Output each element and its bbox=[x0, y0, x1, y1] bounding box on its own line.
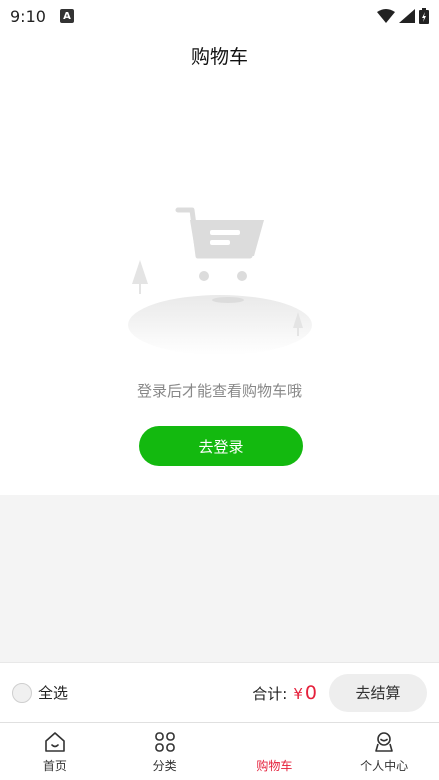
empty-message: 登录后才能查看购物车哦 bbox=[136, 382, 302, 400]
tab-profile[interactable]: 个人中心 bbox=[329, 723, 439, 780]
select-all-label: 全选 bbox=[38, 684, 69, 702]
total-amount: 0 bbox=[304, 681, 317, 704]
battery-icon bbox=[419, 8, 429, 24]
tab-category-label: 分类 bbox=[152, 758, 177, 773]
category-icon bbox=[153, 730, 177, 754]
checkout-button[interactable]: 去结算 bbox=[329, 673, 427, 712]
status-bar: 9:10 A bbox=[0, 0, 439, 32]
login-button[interactable]: 去登录 bbox=[139, 426, 303, 466]
status-icons bbox=[377, 8, 429, 24]
tab-profile-label: 个人中心 bbox=[360, 758, 409, 773]
total-price: 合计: ¥ 0 bbox=[252, 682, 317, 704]
signal-icon bbox=[399, 9, 415, 23]
notification-a-icon: A bbox=[59, 9, 74, 23]
cart-icon bbox=[262, 730, 286, 754]
tab-cart[interactable]: 购物车 bbox=[220, 723, 330, 780]
tab-home-label: 首页 bbox=[42, 758, 67, 773]
bottom-tab-bar: 首页 分类 购物车 个人中心 bbox=[0, 722, 439, 780]
tab-category[interactable]: 分类 bbox=[110, 723, 220, 780]
page-title: 购物车 bbox=[190, 45, 248, 68]
empty-cart-illustration bbox=[128, 207, 312, 355]
wifi-icon bbox=[377, 9, 395, 23]
currency-symbol: ¥ bbox=[293, 684, 303, 703]
content-background bbox=[0, 495, 439, 662]
title-bar: 购物车 bbox=[0, 32, 439, 78]
home-icon bbox=[43, 730, 67, 754]
tab-home[interactable]: 首页 bbox=[0, 723, 110, 780]
select-all-toggle[interactable]: 全选 bbox=[12, 682, 68, 703]
total-label: 合计: bbox=[252, 684, 288, 703]
select-all-radio[interactable] bbox=[12, 682, 32, 703]
empty-cart-area: 登录后才能查看购物车哦 去登录 bbox=[0, 78, 439, 495]
checkout-bar: 全选 合计: ¥ 0 去结算 bbox=[0, 662, 439, 722]
profile-icon bbox=[372, 730, 396, 754]
tab-cart-label: 购物车 bbox=[256, 758, 293, 773]
status-time: 9:10 bbox=[10, 6, 46, 26]
